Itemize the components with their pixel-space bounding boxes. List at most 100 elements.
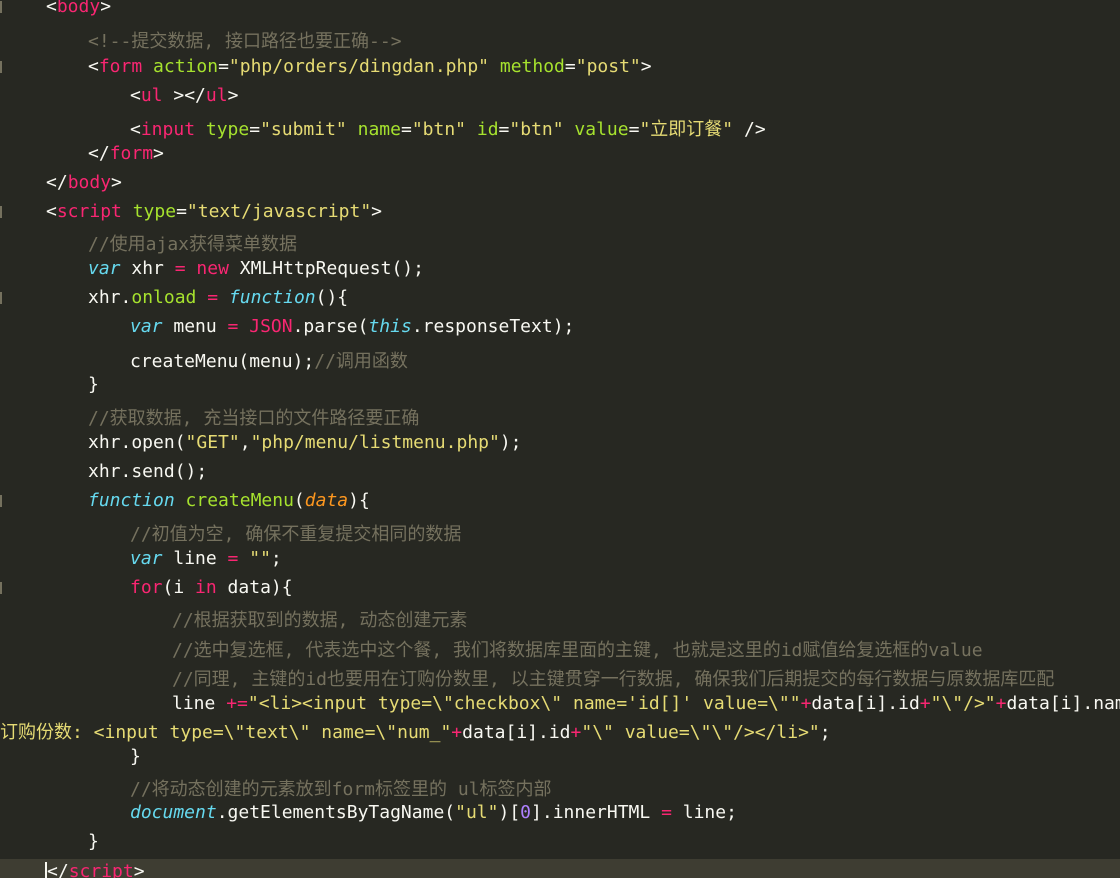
code-token: //根据获取到的数据, 动态创建元素 [172,610,468,631]
code-line[interactable]: var xhr = new XMLHttpRequest(); [0,256,1120,282]
code-line[interactable]: xhr.send(); [0,459,1120,485]
code-token: ; [270,548,282,569]
fold-marker-icon[interactable] [0,206,2,218]
code-token: line [162,548,228,569]
code-line[interactable]: } [0,372,1120,398]
code-token: /> [733,119,766,140]
code-token: //调用函数 [314,351,408,372]
code-token: ></ [162,85,206,106]
code-token: body [56,0,101,17]
code-line[interactable]: </form> [0,141,1120,167]
fold-marker-icon[interactable] [0,1,2,13]
code-token: < [46,0,57,17]
code-token: form [109,143,154,164]
code-line[interactable]: 订购份数: <input type=\"text\" name=\"num_"+… [0,720,1120,746]
code-token: > [227,85,239,106]
code-token: script [56,201,122,222]
code-line[interactable]: <form action="php/orders/dingdan.php" me… [0,54,1120,80]
code-editor[interactable]: <body> <!--提交数据, 接口路径也要正确--> <form action=… [0,0,1120,878]
code-token: type [132,201,177,222]
code-text: //使用ajax获得菜单数据 [88,232,297,258]
code-line[interactable]: <!--提交数据, 接口路径也要正确--> [0,29,1120,55]
fold-marker-icon[interactable] [0,61,2,73]
code-token: </ [88,143,110,164]
code-line[interactable]: xhr.open("GET","php/menu/listmenu.php"); [0,430,1120,456]
code-text: function createMenu(data){ [88,488,370,514]
fold-marker-icon[interactable] [0,292,2,304]
code-line[interactable]: function createMenu(data){ [0,488,1120,514]
code-token: "立即订餐" [639,119,734,140]
code-token: createMenu [185,490,294,511]
code-line[interactable]: //同理, 主键的id也要用在订购份数里, 以主键贯穿一行数据, 确保我们后期提… [0,667,1120,693]
code-line[interactable]: var line = ""; [0,546,1120,572]
code-token: "<li><input type=\"checkbox\" name='id[]… [247,693,801,714]
code-line[interactable]: <input type="submit" name="btn" id="btn"… [0,117,1120,143]
code-token: > [100,0,112,17]
code-line[interactable]: <ul ></ul> [0,83,1120,109]
code-token: } [130,746,141,767]
code-token: + [800,693,812,714]
code-token: ul [140,85,163,106]
code-token: new [196,258,229,279]
code-token: } [88,831,99,852]
code-token: data[i].id [811,693,920,714]
code-line[interactable]: //选中复选框, 代表选中这个餐, 我们将数据库里面的主键, 也就是这里的id赋… [0,638,1120,664]
code-line[interactable]: line +="<li><input type=\"checkbox\" nam… [0,691,1120,717]
code-text: var line = ""; [130,546,282,572]
code-token: = [227,316,239,337]
code-line[interactable]: </body> [0,170,1120,196]
code-token: //同理, 主键的id也要用在订购份数里, 以主键贯穿一行数据, 确保我们后期提… [172,669,1055,690]
fold-marker-icon[interactable] [0,495,2,507]
code-line[interactable]: } [0,744,1120,770]
code-token: //将动态创建的元素放到form标签里的 ul标签内部 [130,779,552,800]
code-text: for(i in data){ [130,575,293,601]
code-line[interactable]: <script type="text/javascript"> [0,199,1120,225]
code-token: </ [47,861,69,878]
code-line[interactable]: //获取数据, 充当接口的文件路径要正确 [0,406,1120,432]
code-token: ].innerHTML [531,802,662,823]
code-line[interactable]: } [0,829,1120,855]
code-line[interactable]: </script> [0,859,1120,878]
code-text: } [130,744,141,770]
code-token: //选中复选框, 代表选中这个餐, 我们将数据库里面的主键, 也就是这里的id赋… [172,640,983,661]
code-token: = [249,119,261,140]
code-token: ( [293,490,305,511]
code-text: 订购份数: <input type=\"text\" name=\"num_"+… [0,720,831,746]
code-token: .responseText); [411,316,575,337]
code-token: data[i].name [1006,693,1120,714]
code-token: name [357,119,401,140]
code-text: <script type="text/javascript"> [46,199,382,225]
code-token: in [195,577,217,598]
code-token: < [130,85,141,106]
code-token: < [130,119,141,140]
code-token: type [205,119,250,140]
code-token: = [174,258,186,279]
code-line[interactable]: //初值为空, 确保不重复提交相同的数据 [0,522,1120,548]
code-text: //选中复选框, 代表选中这个餐, 我们将数据库里面的主键, 也就是这里的id赋… [172,638,983,664]
code-line[interactable]: document.getElementsByTagName("ul")[0].i… [0,800,1120,826]
code-text: <!--提交数据, 接口路径也要正确--> [88,29,402,55]
code-line[interactable]: xhr.onload = function(){ [0,285,1120,311]
code-text: xhr.send(); [88,459,207,485]
code-token: (i [162,577,196,598]
code-line[interactable]: var menu = JSON.parse(this.responseText)… [0,314,1120,340]
code-line[interactable]: <body> [0,0,1120,20]
code-line[interactable]: for(i in data){ [0,575,1120,601]
code-token: line; [671,802,737,823]
code-token: 订购份数: <input type=\"text\" name=\"num_" [0,722,452,743]
code-token: > [133,861,145,878]
code-token: "php/menu/listmenu.php" [250,432,500,453]
code-line[interactable]: //根据获取到的数据, 动态创建元素 [0,608,1120,634]
fold-marker-icon[interactable] [0,582,2,594]
code-token: var [130,316,163,337]
code-line[interactable]: //使用ajax获得菜单数据 [0,232,1120,258]
code-token: = [564,56,576,77]
code-token: .getElementsByTagName( [216,802,456,823]
code-token: document [130,802,217,823]
